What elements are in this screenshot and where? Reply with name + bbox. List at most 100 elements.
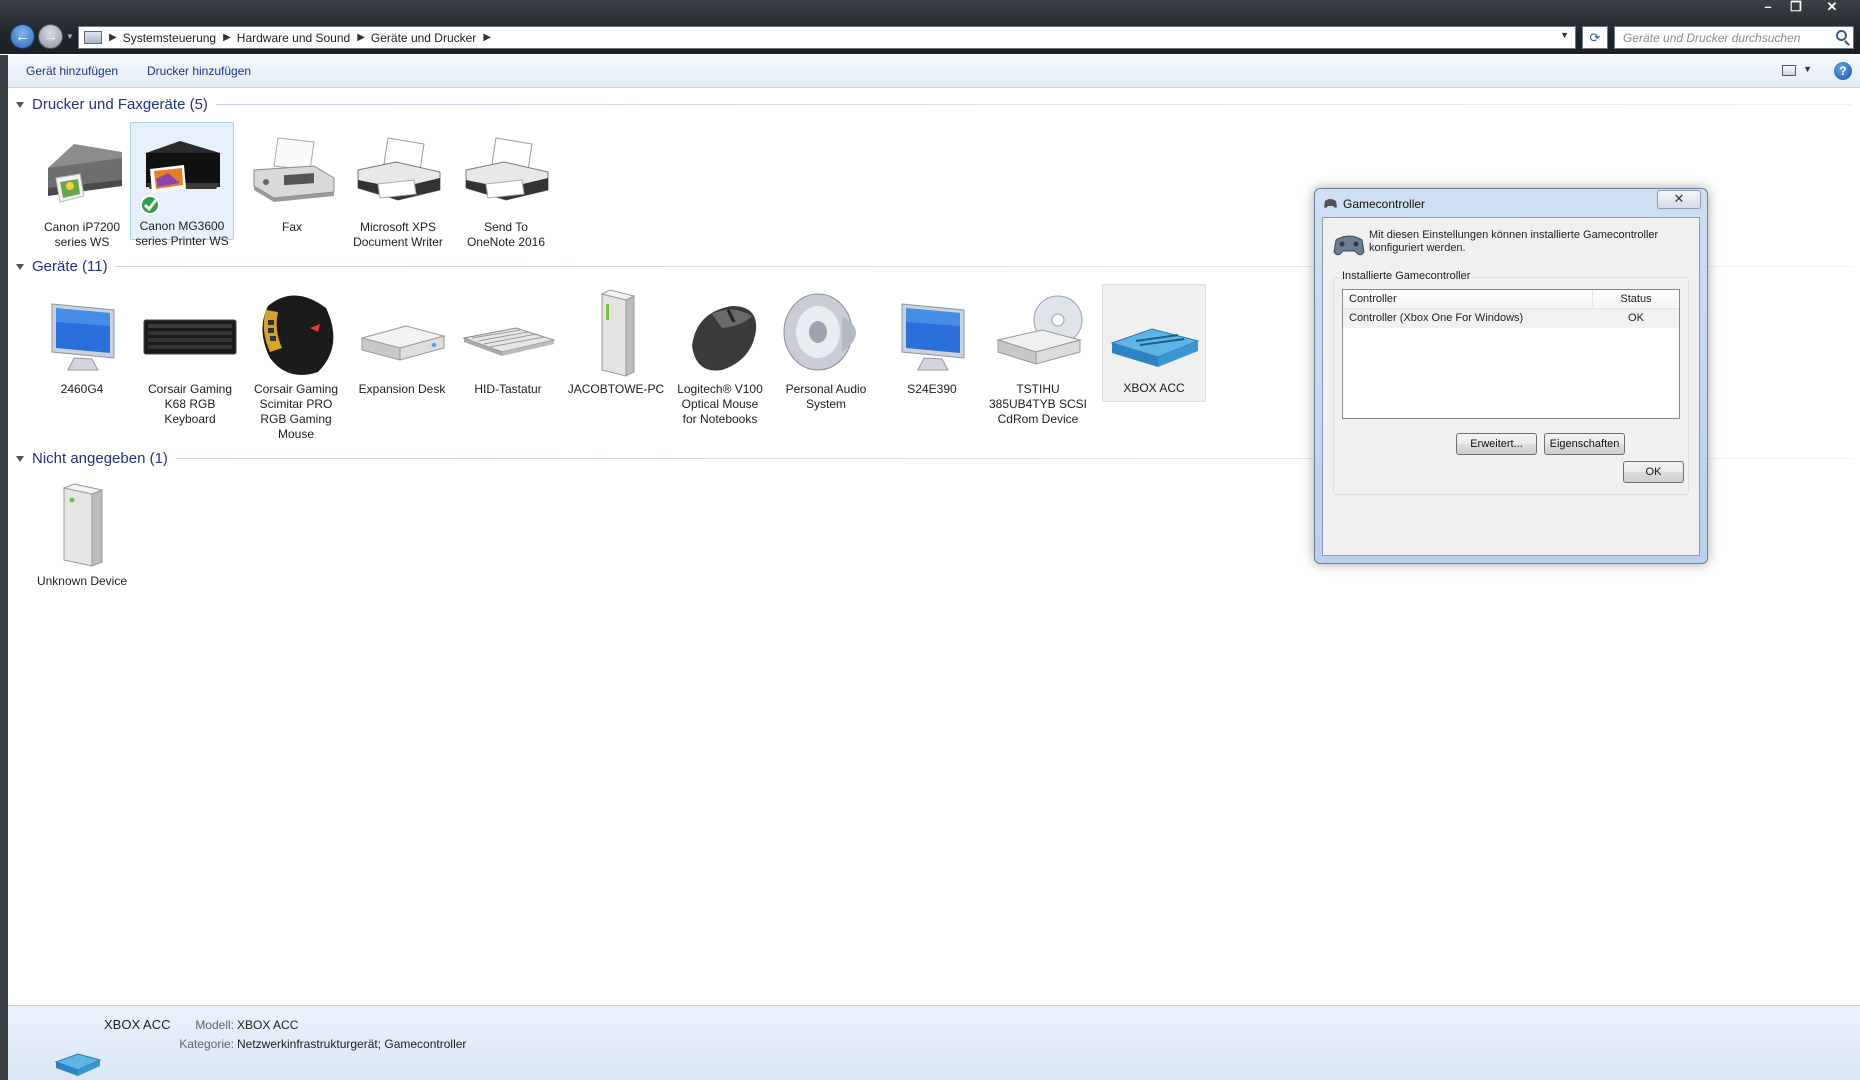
control-panel-icon	[84, 31, 102, 44]
ok-button[interactable]: OK	[1623, 461, 1684, 483]
breadcrumb-systemsteuerung[interactable]: Systemsteuerung	[123, 31, 216, 45]
device-canon-ip7200[interactable]: Canon iP7200 series WS	[30, 124, 134, 250]
address-bar[interactable]: ▶ Systemsteuerung ▶ Hardware und Sound ▶…	[78, 26, 1576, 49]
device-xbox-acc[interactable]: XBOX ACC	[1102, 284, 1206, 402]
device-canon-mg3600[interactable]: Canon MG3600 series Printer WS	[130, 122, 234, 248]
gamepad-icon	[1323, 197, 1338, 209]
device-send-to-onenote[interactable]: Send To OneNote 2016	[454, 124, 558, 250]
device-label: S24E390	[907, 382, 957, 396]
device-label: TSTIHU 385UB4TYB SCSI CdRom Device	[988, 382, 1088, 426]
breadcrumb-hardware-sound[interactable]: Hardware und Sound	[237, 31, 350, 45]
breadcrumb-separator-icon[interactable]: ▶	[223, 32, 231, 43]
printer-icon	[458, 124, 554, 220]
device-corsair-k68[interactable]: Corsair Gaming K68 RGB Keyboard	[138, 286, 242, 427]
group-header-printers[interactable]: Drucker und Faxgeräte (5)	[8, 96, 1860, 113]
router-icon	[54, 1048, 102, 1078]
unknown-device-icon	[34, 478, 130, 574]
minimize-button[interactable]: –	[1754, 0, 1782, 16]
device-label: Canon MG3600 series Printer WS	[135, 219, 229, 248]
collapse-icon[interactable]	[16, 263, 24, 270]
controller-name: Controller (Xbox One For Windows)	[1349, 312, 1524, 324]
history-dropdown-icon[interactable]: ▼	[66, 32, 74, 41]
device-fax[interactable]: Fax	[240, 124, 344, 235]
add-printer-button[interactable]: Drucker hinzufügen	[147, 64, 251, 78]
breadcrumb-separator-icon[interactable]: ▶	[109, 32, 117, 43]
left-edge	[0, 55, 8, 1080]
breadcrumb-separator-icon[interactable]: ▶	[483, 32, 491, 43]
address-dropdown-icon[interactable]: ▼	[1560, 30, 1569, 40]
device-label: Logitech® V100 Optical Mouse for Noteboo…	[677, 382, 763, 426]
gaming-mouse-icon	[248, 286, 344, 382]
device-hid-tastatur[interactable]: HID-Tastatur	[456, 286, 560, 397]
collapse-icon[interactable]	[16, 455, 24, 462]
group-legend: Installierte Gamecontroller	[1340, 270, 1473, 282]
device-label: Fax	[281, 220, 302, 234]
device-label: Corsair Gaming Scimitar PRO RGB Gaming M…	[253, 382, 339, 441]
device-label: Canon iP7200 series WS	[43, 220, 121, 249]
back-button[interactable]: ←	[10, 24, 35, 49]
arrow-right-icon: →	[43, 28, 58, 45]
controller-status: OK	[1628, 312, 1644, 324]
device-label: Send To OneNote 2016	[466, 220, 546, 249]
collapse-icon[interactable]	[16, 101, 24, 108]
device-label: Microsoft XPS Document Writer	[353, 220, 443, 249]
cdrom-icon	[990, 286, 1086, 382]
table-row[interactable]: Controller (Xbox One For Windows) OK	[1343, 309, 1679, 328]
help-icon[interactable]: ?	[1834, 62, 1852, 80]
maximize-button[interactable]: ❐	[1782, 0, 1810, 16]
category-key: Kategorie:	[179, 1037, 234, 1051]
column-header-status[interactable]: Status	[1593, 290, 1679, 308]
search-icon[interactable]	[1836, 30, 1847, 41]
device-logitech-v100[interactable]: Logitech® V100 Optical Mouse for Noteboo…	[668, 286, 772, 427]
group-title: Geräte (11)	[32, 258, 108, 275]
device-ms-xps[interactable]: Microsoft XPS Document Writer	[346, 124, 450, 250]
device-unknown[interactable]: Unknown Device	[30, 478, 134, 589]
refresh-button[interactable]: ⟳	[1582, 26, 1608, 49]
dialog-body: Mit diesen Einstellungen können installi…	[1322, 217, 1700, 556]
printer-icon	[350, 124, 446, 220]
change-view-icon[interactable]	[1782, 65, 1796, 76]
device-tstihu-cdrom[interactable]: TSTIHU 385UB4TYB SCSI CdRom Device	[984, 286, 1092, 427]
close-button[interactable]: ✕	[1810, 0, 1854, 16]
forward-button[interactable]: →	[38, 24, 63, 49]
gamepad-icon	[1333, 232, 1365, 258]
dialog-close-button[interactable]: ✕	[1657, 190, 1701, 209]
device-corsair-scimitar[interactable]: Corsair Gaming Scimitar PRO RGB Gaming M…	[244, 286, 348, 442]
device-label: Unknown Device	[36, 574, 128, 588]
device-2460g4[interactable]: 2460G4	[30, 286, 134, 397]
device-label: Corsair Gaming K68 RGB Keyboard	[147, 382, 233, 426]
device-label: JACOBTOWE-PC	[567, 382, 665, 396]
model-value: XBOX ACC	[237, 1018, 299, 1032]
search-box[interactable]	[1614, 26, 1854, 49]
refresh-icon: ⟳	[1589, 30, 1601, 45]
printer-default-icon	[134, 123, 230, 219]
add-device-button[interactable]: Gerät hinzufügen	[26, 64, 118, 78]
controller-list[interactable]: Controller Status Controller (Xbox One F…	[1342, 289, 1680, 419]
device-personal-audio[interactable]: Personal Audio System	[774, 286, 878, 412]
command-bar: Gerät hinzufügen Drucker hinzufügen ▼ ?	[8, 55, 1860, 88]
advanced-button[interactable]: Erweitert...	[1456, 433, 1537, 455]
speaker-icon	[778, 286, 874, 382]
search-input[interactable]	[1615, 27, 1825, 48]
group-divider	[215, 104, 1852, 105]
keyboard-black-icon	[142, 286, 238, 382]
device-label: Personal Audio System	[785, 382, 867, 411]
group-title: Nicht angegeben (1)	[32, 450, 168, 467]
view-dropdown-icon[interactable]: ▼	[1803, 64, 1812, 74]
details-pane: XBOX ACC Modell: XBOX ACC Kategorie: Net…	[8, 1005, 1860, 1080]
device-label: XBOX ACC	[1123, 381, 1185, 395]
column-header-controller[interactable]: Controller	[1343, 290, 1593, 308]
computer-tower-icon	[568, 286, 664, 382]
device-jacobtowe-pc[interactable]: JACOBTOWE-PC	[564, 286, 668, 397]
breadcrumb-devices-printers[interactable]: Geräte und Drucker	[371, 31, 476, 45]
dialog-title: Gamecontroller	[1343, 197, 1426, 211]
device-s24e390[interactable]: S24E390	[880, 286, 984, 397]
properties-button[interactable]: Eigenschaften	[1544, 433, 1625, 455]
router-icon	[1106, 285, 1202, 381]
keyboard-icon	[460, 286, 556, 382]
external-drive-icon	[354, 286, 450, 382]
monitor-icon	[34, 286, 130, 382]
breadcrumb-separator-icon[interactable]: ▶	[357, 32, 365, 43]
monitor-icon	[884, 286, 980, 382]
device-expansion-desk[interactable]: Expansion Desk	[350, 286, 454, 397]
